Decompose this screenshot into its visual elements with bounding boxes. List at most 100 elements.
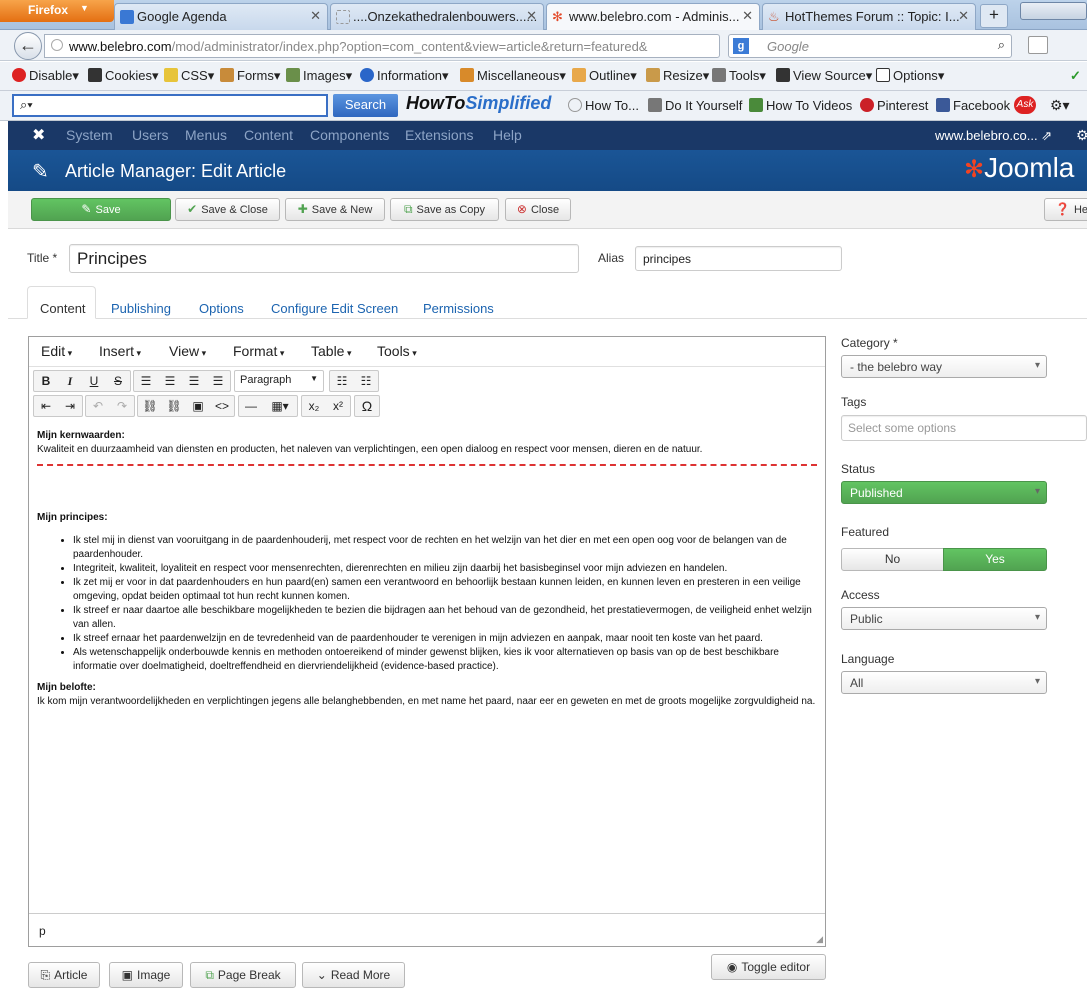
toolbar-link-videos[interactable]: How To Videos bbox=[749, 98, 852, 113]
close-icon[interactable]: ✕ bbox=[526, 8, 537, 24]
resize-handle-icon[interactable]: ◢ bbox=[816, 934, 823, 945]
alias-input[interactable]: principes bbox=[635, 246, 842, 271]
toolbar-link-diy[interactable]: Do It Yourself bbox=[648, 98, 742, 113]
window-controls[interactable] bbox=[1020, 2, 1087, 20]
access-select[interactable]: Public bbox=[841, 607, 1047, 630]
nav-components[interactable]: Components bbox=[310, 127, 389, 143]
wd-resize[interactable]: Resize▾ bbox=[646, 68, 709, 84]
numbered-list-icon[interactable]: ☷ bbox=[356, 373, 376, 389]
gear-icon[interactable]: ⚙ bbox=[1076, 127, 1087, 144]
ask-icon[interactable]: Ask bbox=[1014, 96, 1036, 114]
settings-icon[interactable]: ⚙▾ bbox=[1050, 97, 1070, 114]
link-icon[interactable]: ⛓ bbox=[140, 398, 160, 414]
back-button[interactable]: ← bbox=[14, 32, 42, 60]
close-button[interactable]: ⊗ Close bbox=[505, 198, 571, 221]
howto-simplified-logo[interactable]: HowToSimplified bbox=[406, 93, 551, 114]
align-right-icon[interactable]: ☰ bbox=[184, 373, 204, 389]
close-icon[interactable]: ✕ bbox=[958, 8, 969, 24]
insert-article-button[interactable]: ⎘ Article bbox=[28, 962, 100, 988]
align-justify-icon[interactable]: ☰ bbox=[208, 373, 228, 389]
wd-css[interactable]: CSS▾ bbox=[164, 68, 214, 84]
subscript-icon[interactable]: x₂ bbox=[304, 398, 324, 414]
save-new-button[interactable]: ✚ Save & New bbox=[285, 198, 385, 221]
redo-icon[interactable]: ↷ bbox=[112, 398, 132, 414]
browser-tab-hotthemes[interactable]: ♨ HotThemes Forum :: Topic: I... ✕ bbox=[762, 3, 976, 30]
nav-users[interactable]: Users bbox=[132, 127, 169, 143]
tags-input[interactable]: Select some options bbox=[841, 415, 1087, 441]
bookmarks-icon[interactable] bbox=[1028, 36, 1048, 54]
wd-disable[interactable]: Disable▾ bbox=[12, 68, 79, 84]
nav-extensions[interactable]: Extensions bbox=[405, 127, 473, 143]
search-engine-box[interactable]: g Google ⌕ bbox=[728, 34, 1012, 58]
toolbar-search-input[interactable]: ⌕▾ bbox=[12, 94, 328, 117]
menu-table[interactable]: Table bbox=[311, 343, 352, 359]
wd-miscellaneous[interactable]: Miscellaneous▾ bbox=[460, 68, 566, 84]
read-more-button[interactable]: ⌄ Read More bbox=[302, 962, 405, 988]
menu-tools[interactable]: Tools bbox=[377, 343, 417, 359]
bullet-list-icon[interactable]: ☷ bbox=[332, 373, 352, 389]
wd-options[interactable]: Options▾ bbox=[876, 68, 944, 84]
omega-icon[interactable]: Ω bbox=[357, 398, 377, 414]
unlink-icon[interactable]: ⛓ bbox=[164, 398, 184, 414]
page-break-button[interactable]: ⧉ Page Break bbox=[190, 962, 296, 988]
joomla-icon[interactable]: ✖ bbox=[32, 125, 45, 145]
wd-information[interactable]: Information▾ bbox=[360, 68, 449, 84]
outdent-icon[interactable]: ⇤ bbox=[36, 398, 56, 414]
wd-images[interactable]: Images▾ bbox=[286, 68, 352, 84]
browser-tab-google-agenda[interactable]: Google Agenda ✕ bbox=[114, 3, 328, 30]
toolbar-link-facebook[interactable]: Facebook bbox=[936, 98, 1010, 113]
tab-options[interactable]: Options bbox=[199, 301, 244, 316]
code-icon[interactable]: <> bbox=[212, 398, 232, 414]
wd-tools[interactable]: Tools▾ bbox=[712, 68, 766, 84]
nav-menus[interactable]: Menus bbox=[185, 127, 227, 143]
indent-icon[interactable]: ⇥ bbox=[60, 398, 80, 414]
language-select[interactable]: All bbox=[841, 671, 1047, 694]
browser-tab-onzekathedralen[interactable]: ....Onzekathedralenbouwers...... ✕ bbox=[330, 3, 544, 30]
tab-permissions[interactable]: Permissions bbox=[423, 301, 494, 316]
save-close-button[interactable]: ✔ Save & Close bbox=[175, 198, 280, 221]
new-tab-button[interactable]: + bbox=[980, 4, 1008, 28]
wd-outline[interactable]: Outline▾ bbox=[572, 68, 637, 84]
menu-insert[interactable]: Insert bbox=[99, 343, 141, 359]
save-button[interactable]: ✎ Save bbox=[31, 198, 171, 221]
featured-no-button[interactable]: No bbox=[841, 548, 944, 571]
tab-content[interactable]: Content bbox=[40, 301, 86, 316]
nav-system[interactable]: System bbox=[66, 127, 113, 143]
url-bar[interactable]: www.belebro.com/mod/administrator/index.… bbox=[44, 34, 720, 58]
toggle-editor-button[interactable]: ◉ Toggle editor bbox=[711, 954, 826, 980]
bold-icon[interactable]: B bbox=[36, 373, 56, 389]
status-select[interactable]: Published bbox=[841, 481, 1047, 504]
toolbar-link-pinterest[interactable]: Pinterest bbox=[860, 98, 928, 113]
undo-icon[interactable]: ↶ bbox=[88, 398, 108, 414]
wd-forms[interactable]: Forms▾ bbox=[220, 68, 280, 84]
menu-view[interactable]: View bbox=[169, 343, 206, 359]
horizontal-rule-icon[interactable]: — bbox=[241, 398, 261, 414]
wd-view-source[interactable]: View Source▾ bbox=[776, 68, 872, 84]
paragraph-select[interactable]: Paragraph ▼ bbox=[234, 370, 324, 392]
close-icon[interactable]: ✕ bbox=[310, 8, 321, 24]
toolbar-search-button[interactable]: Search bbox=[333, 94, 398, 117]
save-copy-button[interactable]: ⧉ Save as Copy bbox=[390, 198, 499, 221]
insert-image-button[interactable]: ▣ Image bbox=[109, 962, 183, 988]
editor-content[interactable]: Mijn kernwaarden: Kwaliteit en duurzaamh… bbox=[29, 419, 825, 915]
table-icon[interactable]: ▦▾ bbox=[265, 398, 295, 414]
featured-yes-button[interactable]: Yes bbox=[943, 548, 1047, 571]
category-select[interactable]: - the belebro way bbox=[841, 355, 1047, 378]
tab-publishing[interactable]: Publishing bbox=[111, 301, 171, 316]
nav-content[interactable]: Content bbox=[244, 127, 293, 143]
menu-edit[interactable]: Edit bbox=[41, 343, 72, 359]
align-center-icon[interactable]: ☰ bbox=[160, 373, 180, 389]
italic-icon[interactable]: I bbox=[60, 373, 80, 389]
image-icon[interactable]: ▣ bbox=[188, 398, 208, 414]
title-input[interactable]: Principes bbox=[69, 244, 579, 273]
nav-help[interactable]: Help bbox=[493, 127, 522, 143]
align-left-icon[interactable]: ☰ bbox=[136, 373, 156, 389]
superscript-icon[interactable]: x² bbox=[328, 398, 348, 414]
tab-configure-edit-screen[interactable]: Configure Edit Screen bbox=[271, 301, 398, 316]
site-link[interactable]: www.belebro.co... ⇗ bbox=[935, 128, 1052, 144]
search-icon[interactable]: ⌕ bbox=[998, 37, 1005, 53]
wd-cookies[interactable]: Cookies▾ bbox=[88, 68, 159, 84]
toolbar-link-howto[interactable]: How To... bbox=[568, 98, 639, 113]
close-icon[interactable]: ✕ bbox=[742, 8, 753, 24]
firefox-menu-button[interactable]: Firefox ▼ bbox=[0, 0, 114, 22]
